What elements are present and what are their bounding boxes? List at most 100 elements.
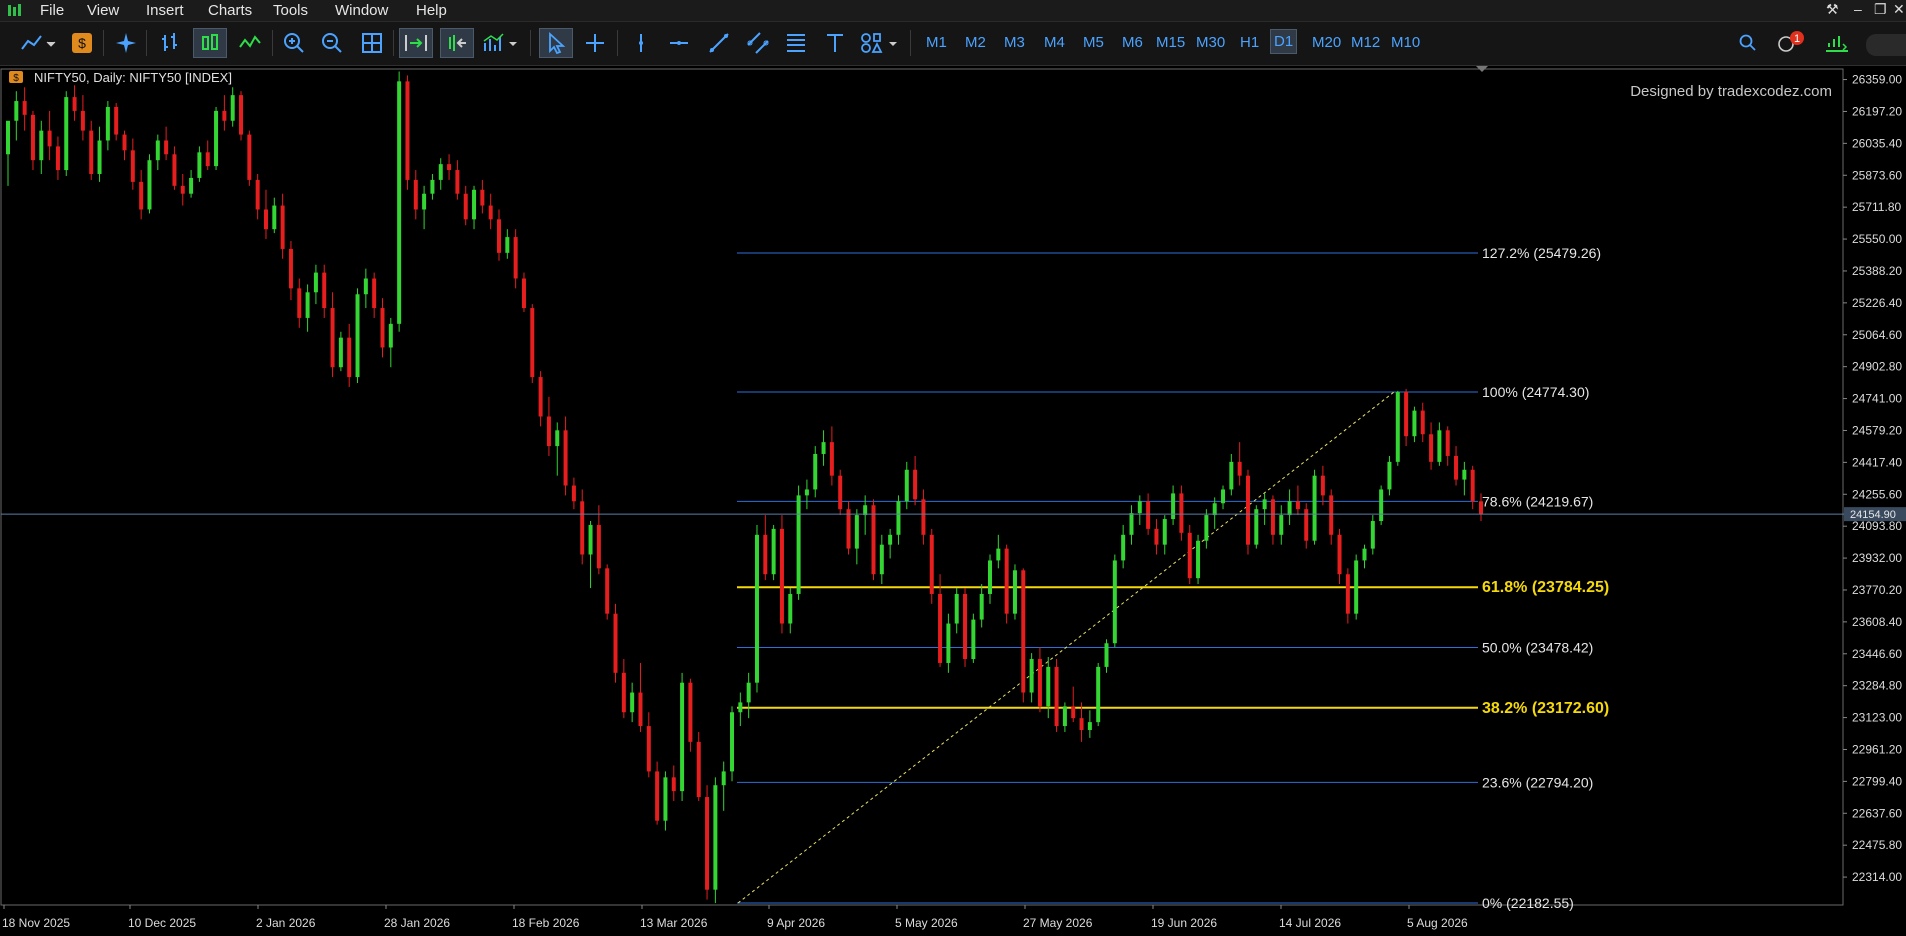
candle-body [646,726,651,772]
candle-body [563,430,568,486]
timeframe-m2[interactable]: M2 [965,34,986,51]
candle-body [1204,515,1209,541]
y-tick-label: 23608.40 [1852,615,1902,629]
fib-level-label: 0% (22182.55) [1482,895,1574,911]
fib-level-label: 38.2% (23172.60) [1482,700,1609,717]
candle-body [263,209,268,230]
search-icon[interactable] [1736,28,1760,58]
candle-body [530,308,535,378]
candle-body [1037,659,1042,707]
magic-icon[interactable] [112,28,140,58]
candle-body [688,682,693,742]
chart-area[interactable]: 26359.00 26197.20 26035.40 25873.60 25711.80… [0,66,1906,936]
account-panel-tab[interactable] [1866,34,1906,56]
chart-shift-icon[interactable] [440,28,474,58]
candle-body [746,682,751,703]
restore-icon[interactable]: ❐ [1874,1,1887,18]
y-tick-label: 23284.80 [1852,679,1902,693]
candle-body [1229,461,1234,490]
line-chart-icon[interactable] [18,28,60,58]
horizontal-line-icon[interactable] [665,28,693,58]
y-tick-label: 24093.80 [1852,519,1902,533]
toolbar: $ M1 M2 M3 M4 M5 M6 M15 M30 H1 D1 M20 M1… [0,22,1906,66]
timeframe-m6[interactable]: M6 [1122,34,1143,51]
shapes-icon[interactable] [858,28,902,58]
close-icon[interactable]: ✕ [1893,1,1905,18]
y-tick-label: 24741.00 [1852,392,1902,406]
timeframe-m15[interactable]: M15 [1156,34,1185,51]
credit-text: Designed by tradexcodez.com [1630,83,1832,100]
svg-text:$: $ [13,73,19,84]
zoom-out-icon[interactable] [318,28,346,58]
autoscroll-icon[interactable] [399,28,433,58]
cursor-icon[interactable] [539,28,573,58]
unpin-icon[interactable]: ⚒ [1826,1,1839,18]
candle-body [472,189,477,220]
candle-body [497,219,501,253]
candle-body [1312,475,1317,541]
candle-body [1021,570,1026,693]
candle-body [1245,475,1250,545]
fibonacci-icon[interactable] [782,28,810,58]
timeframe-m30[interactable]: M30 [1196,34,1225,51]
candle-body [405,81,410,180]
candle-body [80,110,85,131]
timeframe-m3[interactable]: M3 [1004,34,1025,51]
timeframe-h1[interactable]: H1 [1240,34,1259,51]
chart-canvas[interactable]: 26359.00 26197.20 26035.40 25873.60 25711.80… [0,66,1906,936]
timeframe-m4[interactable]: M4 [1044,34,1065,51]
candle-body [804,489,809,496]
bar-chart-icon[interactable] [156,28,184,58]
candle-body [1221,489,1226,504]
candle-body [1179,493,1184,533]
y-tick-label: 24579.20 [1852,423,1902,437]
candlestick-icon[interactable] [193,28,227,58]
zoom-in-icon[interactable] [280,28,308,58]
candle-body [313,272,318,293]
timeframe-d1[interactable]: D1 [1270,29,1298,54]
menu-file[interactable]: File [40,2,64,19]
indicators-icon[interactable] [482,28,522,58]
bell-icon[interactable]: 1 [1774,28,1808,58]
candle-body [239,95,244,135]
menu-window[interactable]: Window [335,2,388,19]
candle-body [671,777,676,792]
menu-insert[interactable]: Insert [146,2,184,19]
timeframe-m10[interactable]: M10 [1391,34,1420,51]
vertical-line-icon[interactable] [627,28,655,58]
candle-body [1062,706,1067,727]
candle-body [946,623,951,663]
text-icon[interactable] [821,28,849,58]
line-icon[interactable] [236,28,264,58]
timeframe-m5[interactable]: M5 [1083,34,1104,51]
menu-tools[interactable]: Tools [273,2,308,19]
x-tick-label: 9 Apr 2026 [767,916,825,930]
dollar-icon[interactable]: $ [68,28,96,58]
signal-icon[interactable] [1822,28,1852,58]
menu-help[interactable]: Help [416,2,447,19]
timeframe-m1[interactable]: M1 [926,34,947,51]
channel-icon[interactable] [744,28,772,58]
trend-line-icon[interactable] [705,28,733,58]
y-tick-label: 22799.40 [1852,774,1902,788]
candle-body [1320,475,1325,496]
timeframe-m12[interactable]: M12 [1351,34,1380,51]
candle-body [680,682,685,792]
candle-body [363,278,368,295]
candle-body [596,524,601,569]
candle-body [1212,503,1217,516]
candle-body [571,485,576,502]
y-tick-label: 25873.60 [1852,168,1902,182]
minimize-icon[interactable]: – [1854,1,1862,17]
candle-body [546,416,551,447]
grid-icon[interactable] [358,28,386,58]
timeframe-m20[interactable]: M20 [1312,34,1341,51]
candle-body [1287,501,1292,516]
y-tick-label: 22637.60 [1852,806,1902,820]
menu-view[interactable]: View [87,2,119,19]
candle-body [929,534,934,594]
candle-body [846,509,851,549]
crosshair-icon[interactable] [581,28,609,58]
menu-charts[interactable]: Charts [208,2,252,19]
y-tick-label: 25226.40 [1852,296,1902,310]
